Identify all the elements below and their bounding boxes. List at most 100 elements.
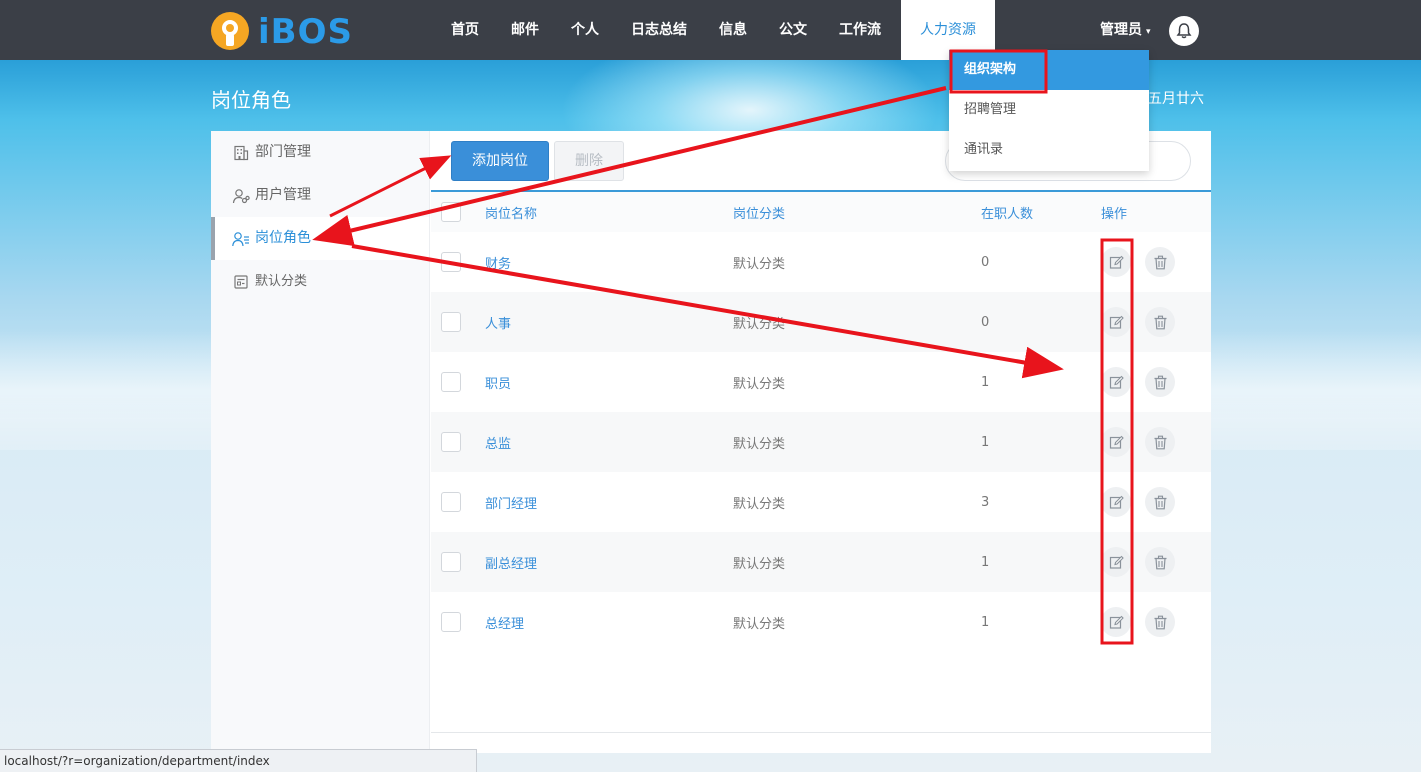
row-checkbox[interactable] — [441, 492, 461, 512]
position-name-link[interactable]: 总经理 — [485, 617, 524, 632]
header-select-all — [431, 192, 485, 232]
row-checkbox[interactable] — [441, 612, 461, 632]
select-all-checkbox[interactable] — [441, 202, 461, 222]
actions-cell — [1101, 232, 1211, 292]
edit-button[interactable] — [1101, 367, 1131, 397]
table-row: 副总经理 默认分类 1 — [431, 532, 1211, 592]
edit-button[interactable] — [1101, 307, 1131, 337]
nav-document[interactable]: 公文 — [763, 0, 823, 60]
column-header-count[interactable]: 在职人数 — [981, 192, 1101, 232]
trash-icon — [1154, 375, 1166, 389]
edit-button[interactable] — [1101, 427, 1131, 457]
menu-item-contacts[interactable]: 通讯录 — [949, 130, 1149, 170]
hr-dropdown-menu: 组织架构 招聘管理 通讯录 — [949, 50, 1149, 171]
sidebar-item-label: 默认分类 — [255, 274, 308, 289]
menu-item-recruitment[interactable]: 招聘管理 — [949, 90, 1149, 130]
main-nav: 首页 邮件 个人 日志总结 信息 公文 工作流 人力资源 — [435, 0, 995, 60]
position-category-cell: 默认分类 — [733, 256, 786, 272]
table-row: 总监 默认分类 1 — [431, 412, 1211, 472]
column-header-name[interactable]: 岗位名称 — [485, 192, 733, 232]
position-count-cell: 1 — [981, 412, 1101, 472]
position-category-cell: 默认分类 — [733, 292, 981, 352]
edit-icon — [1109, 315, 1124, 329]
row-checkbox[interactable] — [441, 372, 461, 392]
logo[interactable]: iBOS — [210, 10, 355, 52]
logo-text: iBOS — [258, 12, 353, 52]
menu-item-organization[interactable]: 组织架构 — [949, 50, 1149, 90]
chevron-down-icon: ▾ — [1146, 27, 1151, 37]
sidebar-item-label: 岗位角色 — [255, 230, 311, 246]
sidebar-item-users[interactable]: 用户管理 — [211, 174, 429, 217]
edit-button[interactable] — [1101, 247, 1131, 277]
position-count-cell: 3 — [981, 494, 990, 510]
position-name-cell: 职员 — [485, 352, 733, 412]
table-row: 总经理 默认分类 1 — [431, 592, 1211, 652]
sidebar-item-positions[interactable]: 岗位角色 — [211, 217, 429, 260]
row-select-cell — [431, 292, 485, 352]
admin-label: 管理员 — [1100, 22, 1142, 38]
row-checkbox[interactable] — [441, 432, 461, 452]
row-checkbox[interactable] — [441, 312, 461, 332]
table-body: 财务 默认分类 0 人事 默认分类 0 职员 默认分类 1 总监 默认分类 1 部门经理 默认分类 3 副总经… — [431, 232, 1211, 652]
main-panel: 部门管理 用户管理 岗位角色 默认分类 添加岗位 删除 岗位名称 岗位分类 在职… — [211, 131, 1211, 753]
edit-icon — [1109, 495, 1124, 509]
trash-icon — [1154, 495, 1166, 509]
edit-button[interactable] — [1101, 487, 1131, 517]
delete-row-button[interactable] — [1145, 307, 1175, 337]
nav-message[interactable]: 信息 — [703, 0, 763, 60]
position-count-cell: 0 — [981, 292, 1101, 352]
table-row: 人事 默认分类 0 — [431, 292, 1211, 352]
top-navbar: iBOS 首页 邮件 个人 日志总结 信息 公文 工作流 人力资源 管理员 ▾ — [0, 0, 1421, 60]
position-name-link[interactable]: 副总经理 — [485, 557, 537, 572]
content-area: 添加岗位 删除 岗位名称 岗位分类 在职人数 操作 财务 默认分类 0 人事 默认分类 0… — [431, 131, 1211, 753]
delete-row-button[interactable] — [1145, 427, 1175, 457]
position-name-link[interactable]: 人事 — [485, 317, 511, 332]
notification-button[interactable] — [1169, 16, 1199, 46]
position-name-cell: 财务 — [485, 232, 733, 292]
lunar-date: 五月廿六 — [1148, 91, 1204, 107]
delete-row-button[interactable] — [1145, 367, 1175, 397]
nav-home[interactable]: 首页 — [435, 0, 495, 60]
bell-icon — [1176, 23, 1192, 39]
position-name-link[interactable]: 职员 — [485, 377, 511, 392]
actions-cell — [1101, 592, 1211, 652]
row-checkbox[interactable] — [441, 552, 461, 572]
position-category-cell: 默认分类 — [733, 376, 786, 392]
nav-workflow[interactable]: 工作流 — [823, 0, 897, 60]
position-name-link[interactable]: 部门经理 — [485, 497, 537, 512]
edit-icon — [1109, 615, 1124, 629]
edit-icon — [1109, 375, 1124, 389]
delete-row-button[interactable] — [1145, 487, 1175, 517]
nav-personal[interactable]: 个人 — [555, 0, 615, 60]
edit-button[interactable] — [1101, 607, 1131, 637]
building-icon — [231, 143, 251, 163]
position-name-link[interactable]: 财务 — [485, 257, 511, 272]
delete-row-button[interactable] — [1145, 247, 1175, 277]
table-row: 财务 默认分类 0 — [431, 232, 1211, 292]
sidebar-item-default-category[interactable]: 默认分类 — [211, 260, 429, 303]
nav-diary[interactable]: 日志总结 — [615, 0, 703, 60]
column-header-actions: 操作 — [1101, 192, 1211, 232]
delete-row-button[interactable] — [1145, 607, 1175, 637]
row-checkbox[interactable] — [441, 252, 461, 272]
user-link-icon — [231, 186, 251, 206]
position-category-cell: 默认分类 — [733, 412, 981, 472]
edit-button[interactable] — [1101, 547, 1131, 577]
browser-status-bar: localhost/?r=organization/department/ind… — [0, 749, 477, 772]
sidebar-item-department[interactable]: 部门管理 — [211, 131, 429, 174]
positions-table: 岗位名称 岗位分类 在职人数 操作 财务 默认分类 0 人事 默认分类 0 职员 默认分类 1 总… — [431, 192, 1211, 652]
position-category-cell: 默认分类 — [733, 532, 981, 592]
position-name-cell: 总经理 — [485, 592, 733, 652]
nav-mail[interactable]: 邮件 — [495, 0, 555, 60]
position-name-cell: 副总经理 — [485, 532, 733, 592]
delete-row-button[interactable] — [1145, 547, 1175, 577]
position-count-cell: 0 — [981, 254, 990, 270]
actions-cell — [1101, 412, 1211, 472]
row-select-cell — [431, 412, 485, 472]
add-position-button[interactable]: 添加岗位 — [451, 141, 549, 181]
position-name-cell: 部门经理 — [485, 472, 733, 532]
column-header-category[interactable]: 岗位分类 — [733, 192, 981, 232]
position-name-link[interactable]: 总监 — [485, 437, 511, 452]
delete-button[interactable]: 删除 — [554, 141, 624, 181]
user-list-icon — [231, 229, 251, 249]
